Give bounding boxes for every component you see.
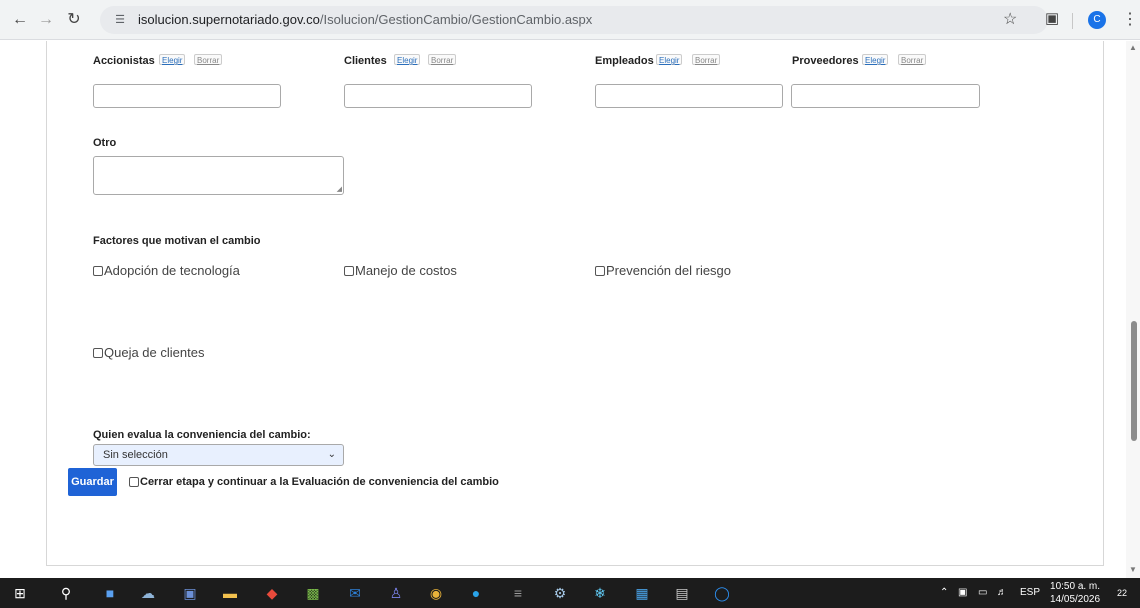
otro-textarea[interactable]: ◢ bbox=[93, 156, 344, 195]
empleados-borrar-button[interactable]: Borrar bbox=[692, 54, 721, 65]
factor-queja-clientes[interactable]: Queja de clientes bbox=[93, 345, 204, 360]
outlook-icon[interactable]: ✉ bbox=[345, 583, 365, 603]
url-path: /Isolucion/GestionCambio/GestionCambio.a… bbox=[319, 12, 593, 27]
accionistas-label: Accionistas bbox=[93, 55, 155, 67]
checkbox[interactable] bbox=[344, 265, 354, 276]
accionistas-input[interactable] bbox=[93, 84, 281, 108]
app-icon-8[interactable]: ◯ bbox=[712, 583, 732, 603]
site-info-icon[interactable]: ☰ bbox=[112, 12, 128, 28]
app-icon-4[interactable]: ▩ bbox=[303, 583, 323, 603]
clientes-input[interactable] bbox=[344, 84, 532, 108]
back-arrow-icon[interactable]: ← bbox=[8, 8, 32, 32]
volume-icon[interactable]: ♬ bbox=[997, 587, 1007, 598]
evaluador-select[interactable]: Sin selección ⌄ bbox=[93, 444, 344, 466]
url-text[interactable]: isolucion.supernotariado.gov.co/Isolucio… bbox=[138, 12, 592, 27]
checkbox[interactable] bbox=[129, 477, 139, 487]
edge-icon[interactable]: ● bbox=[466, 583, 486, 603]
empleados-input[interactable] bbox=[595, 84, 783, 108]
display-icon[interactable]: ▭ bbox=[978, 587, 987, 598]
app-icon-6[interactable]: ⚙ bbox=[550, 583, 570, 603]
factor-label: Prevención del riesgo bbox=[606, 263, 732, 278]
file-explorer-icon[interactable]: ▬ bbox=[220, 583, 240, 603]
page-content: Accionistas Elegir Borrar Clientes Elegi… bbox=[0, 41, 1126, 578]
clock-time: 10:50 a. m. bbox=[1050, 581, 1101, 592]
chevron-down-icon: ⌄ bbox=[327, 449, 336, 460]
guardar-button[interactable]: Guardar bbox=[68, 468, 117, 496]
language-indicator[interactable]: ESP bbox=[1020, 587, 1040, 598]
snowflake-icon[interactable]: ❄ bbox=[590, 583, 610, 603]
proveedores-label: Proveedores bbox=[792, 55, 859, 67]
tray-chevron-icon[interactable]: ⌃ bbox=[940, 587, 948, 598]
profile-avatar[interactable]: C bbox=[1088, 11, 1106, 29]
empleados-label: Empleados bbox=[595, 55, 654, 67]
app-icon-7[interactable]: ▤ bbox=[672, 583, 692, 603]
proveedores-borrar-button[interactable]: Borrar bbox=[898, 54, 927, 65]
cerrar-etapa-label: Cerrar etapa y continuar a la Evaluación… bbox=[140, 476, 499, 488]
vertical-scrollbar[interactable]: ▲ ▼ bbox=[1126, 41, 1140, 578]
otro-label: Otro bbox=[93, 137, 117, 149]
app-icon-1[interactable]: ☁ bbox=[138, 583, 158, 603]
factores-label: Factores que motivan el cambio bbox=[93, 235, 261, 247]
notifications-badge[interactable]: 22 bbox=[1113, 584, 1131, 602]
accionistas-borrar-button[interactable]: Borrar bbox=[194, 54, 223, 65]
cerrar-etapa-checkbox[interactable]: Cerrar etapa y continuar a la Evaluación… bbox=[129, 476, 499, 488]
factor-label: Adopción de tecnología bbox=[104, 263, 240, 278]
clientes-label: Clientes bbox=[344, 55, 387, 67]
factor-label: Queja de clientes bbox=[104, 345, 205, 360]
search-icon[interactable]: ⚲ bbox=[56, 583, 76, 603]
checkbox[interactable] bbox=[93, 347, 103, 358]
app-icon-5[interactable]: ≡ bbox=[508, 583, 528, 603]
kebab-menu-icon[interactable]: ⋮ bbox=[1122, 9, 1138, 29]
taskbar: ⊞ ⚲ ■ ☁ ▣ ▬ ◆ ▩ ✉ ♙ ◉ ● ≡ ⚙ ❄ ▦ ▤ ◯ ⌃ ▣ … bbox=[0, 578, 1140, 608]
proveedores-input[interactable] bbox=[791, 84, 980, 108]
browser-toolbar: ← → ↻ ☰ isolucion.supernotariado.gov.co/… bbox=[0, 0, 1140, 40]
forward-arrow-icon[interactable]: → bbox=[34, 8, 58, 32]
factor-adopcion-tecnologia[interactable]: Adopción de tecnología bbox=[93, 263, 240, 278]
url-host: isolucion.supernotariado.gov.co bbox=[138, 12, 320, 27]
scroll-down-icon[interactable]: ▼ bbox=[1129, 565, 1137, 574]
windows-start-icon[interactable]: ⊞ bbox=[10, 583, 30, 603]
checkbox[interactable] bbox=[595, 265, 605, 276]
extensions-icon[interactable]: ▣ bbox=[1045, 9, 1059, 27]
proveedores-elegir-button[interactable]: Elegir bbox=[862, 54, 889, 65]
clock-date: 14/05/2026 bbox=[1050, 594, 1101, 605]
scroll-up-icon[interactable]: ▲ bbox=[1129, 43, 1137, 52]
evaluador-selected-value: Sin selección bbox=[103, 449, 168, 461]
reload-icon[interactable]: ↻ bbox=[62, 8, 86, 32]
system-clock[interactable]: 10:50 a. m. 14/05/2026 bbox=[1050, 580, 1100, 606]
clientes-borrar-button[interactable]: Borrar bbox=[428, 54, 457, 65]
teams-icon[interactable]: ♙ bbox=[386, 583, 406, 603]
empleados-elegir-button[interactable]: Elegir bbox=[656, 54, 683, 65]
checkbox[interactable] bbox=[93, 265, 103, 276]
factor-prevencion-riesgo[interactable]: Prevención del riesgo bbox=[595, 263, 731, 278]
app-icon-3[interactable]: ◆ bbox=[262, 583, 282, 603]
factor-label: Manejo de costos bbox=[355, 263, 457, 278]
accionistas-elegir-button[interactable]: Elegir bbox=[159, 54, 186, 65]
clientes-elegir-button[interactable]: Elegir bbox=[394, 54, 421, 65]
evaluador-label: Quien evalua la conveniencia del cambio: bbox=[93, 429, 311, 441]
toolbar-divider bbox=[1072, 13, 1073, 29]
address-bar[interactable]: ☰ isolucion.supernotariado.gov.co/Isoluc… bbox=[100, 6, 1048, 34]
app-icon-2[interactable]: ▣ bbox=[180, 583, 200, 603]
bookmark-star-icon[interactable]: ☆ bbox=[1003, 9, 1017, 29]
remote-desktop-icon[interactable]: ▦ bbox=[632, 583, 652, 603]
chrome-icon[interactable]: ◉ bbox=[426, 583, 446, 603]
scroll-thumb[interactable] bbox=[1131, 321, 1137, 441]
task-view-icon[interactable]: ■ bbox=[100, 583, 120, 603]
network-icon[interactable]: ▣ bbox=[958, 587, 967, 598]
factor-manejo-costos[interactable]: Manejo de costos bbox=[344, 263, 457, 278]
resize-handle-icon[interactable]: ◢ bbox=[337, 185, 342, 193]
